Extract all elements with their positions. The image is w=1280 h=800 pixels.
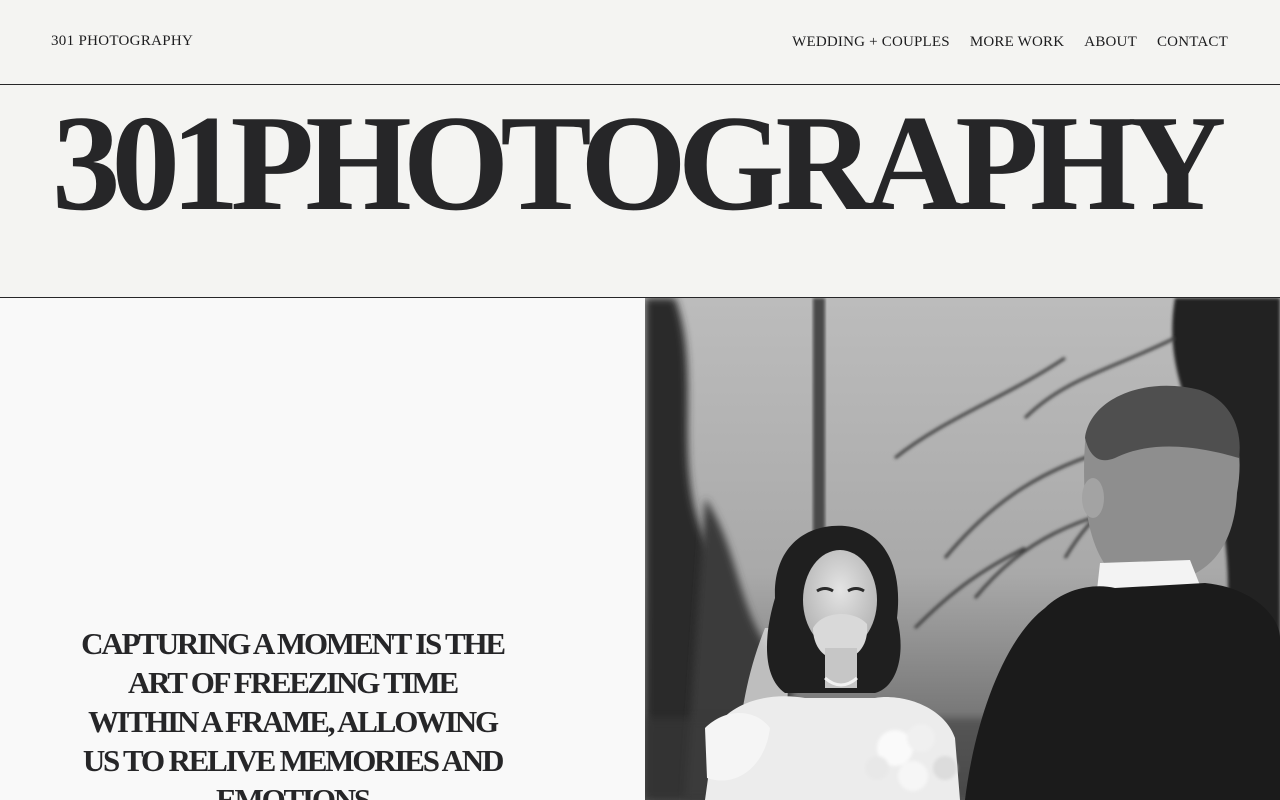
nav-link-more-work[interactable]: MORE WORK (970, 34, 1064, 51)
nav-link-contact[interactable]: CONTACT (1157, 34, 1228, 51)
hero-photo (645, 298, 1280, 800)
intro-panel: CAPTURING A MOMENT IS THE ART OF FREEZIN… (0, 298, 645, 800)
site-header: 301 PHOTOGRAPHY WEDDING + COUPLES MORE W… (0, 0, 1280, 85)
intro-tagline: CAPTURING A MOMENT IS THE ART OF FREEZIN… (81, 626, 506, 800)
hero-title: 301PHOTOGRAPHY (52, 87, 1226, 239)
brand-logo-link[interactable]: 301 PHOTOGRAPHY (51, 33, 193, 50)
main-nav: WEDDING + COUPLES MORE WORK ABOUT CONTAC… (792, 34, 1228, 51)
nav-link-about[interactable]: ABOUT (1084, 34, 1137, 51)
hero-title-band: 301PHOTOGRAPHY (0, 85, 1280, 298)
wedding-photo-illustration (645, 298, 1280, 800)
nav-link-wedding-couples[interactable]: WEDDING + COUPLES (792, 34, 950, 51)
